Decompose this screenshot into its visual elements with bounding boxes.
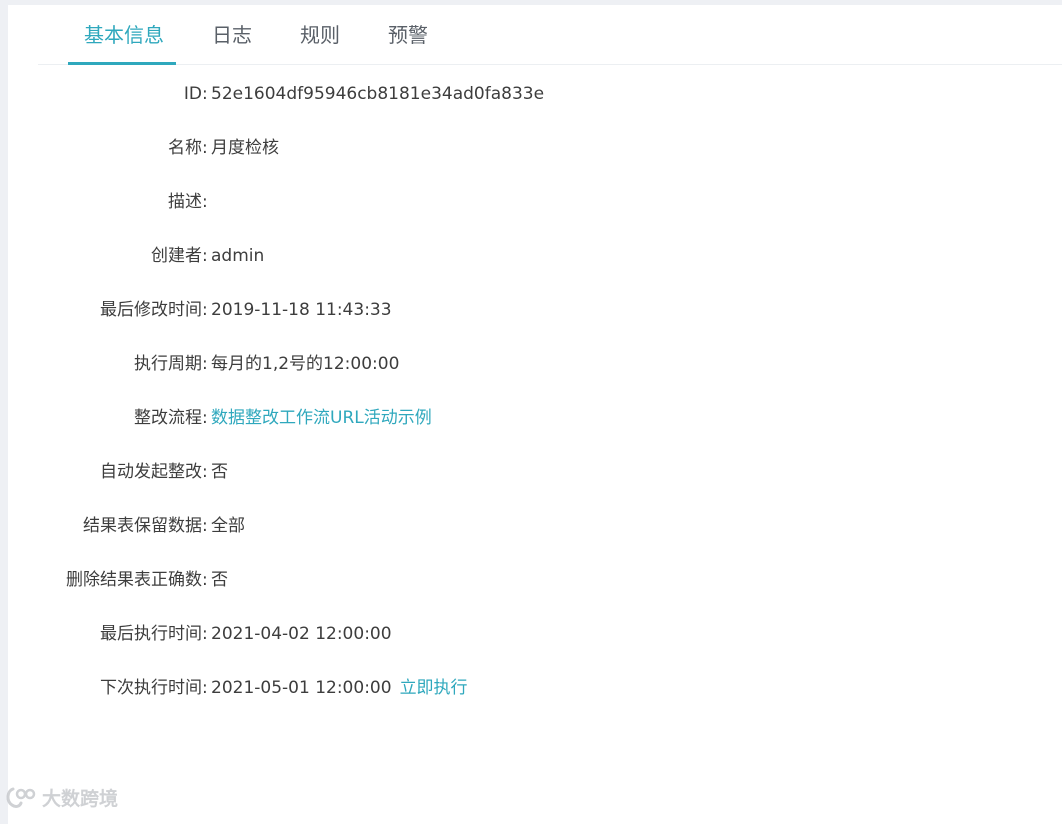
field-value: 每月的1,2号的12:00:00: [211, 354, 400, 374]
field-value: admin: [211, 246, 265, 266]
field-label: 名称: [168, 138, 202, 158]
next-run-time: 2021-05-01 12:00:00: [211, 678, 392, 698]
watermark-text: 大数跨境: [42, 788, 119, 810]
field-label: 自动发起整改: [100, 462, 202, 482]
watermark-logo-icon: [6, 787, 36, 808]
active-tab-indicator: [68, 62, 176, 65]
tab-alert[interactable]: 预警: [386, 21, 430, 65]
field-label: 整改流程: [134, 408, 202, 428]
field-value: 52e1604df95946cb8181e34ad0fa833e: [211, 84, 545, 104]
field-value: 月度检核: [211, 138, 279, 158]
watermark: 大数跨境: [4, 784, 118, 811]
field-value: 否: [211, 570, 228, 590]
tab-rules[interactable]: 规则: [298, 21, 342, 65]
run-now-link[interactable]: 立即执行: [400, 678, 468, 698]
tab-log[interactable]: 日志: [210, 21, 254, 65]
field-label: 删除结果表正确数: [66, 570, 202, 590]
field-label: ID: [183, 84, 202, 104]
field-label: 描述: [168, 192, 202, 212]
field-label: 创建者: [151, 246, 202, 266]
field-value: 2021-04-02 12:00:00: [211, 624, 392, 644]
page-frame: 基本信息 日志 规则 预警 ID : 52e1604df95946cb8181e…: [0, 0, 1062, 824]
field-value: 2019-11-18 11:43:33: [211, 300, 392, 320]
field-label: 执行周期: [134, 354, 202, 374]
field-label: 最后修改时间: [100, 300, 202, 320]
field-label: 最后执行时间: [100, 624, 202, 644]
field-label: 结果表保留数据: [83, 516, 202, 536]
field-value: 否: [211, 462, 228, 482]
field-label: 下次执行时间: [100, 678, 202, 698]
tab-bar: 基本信息 日志 规则 预警: [38, 5, 1062, 65]
tab-basic-info[interactable]: 基本信息: [80, 21, 168, 65]
field-value: 2021-05-01 12:00:00 立即执行: [211, 676, 468, 700]
field-value: 全部: [211, 516, 245, 536]
workflow-link[interactable]: 数据整改工作流URL活动示例: [211, 406, 432, 430]
